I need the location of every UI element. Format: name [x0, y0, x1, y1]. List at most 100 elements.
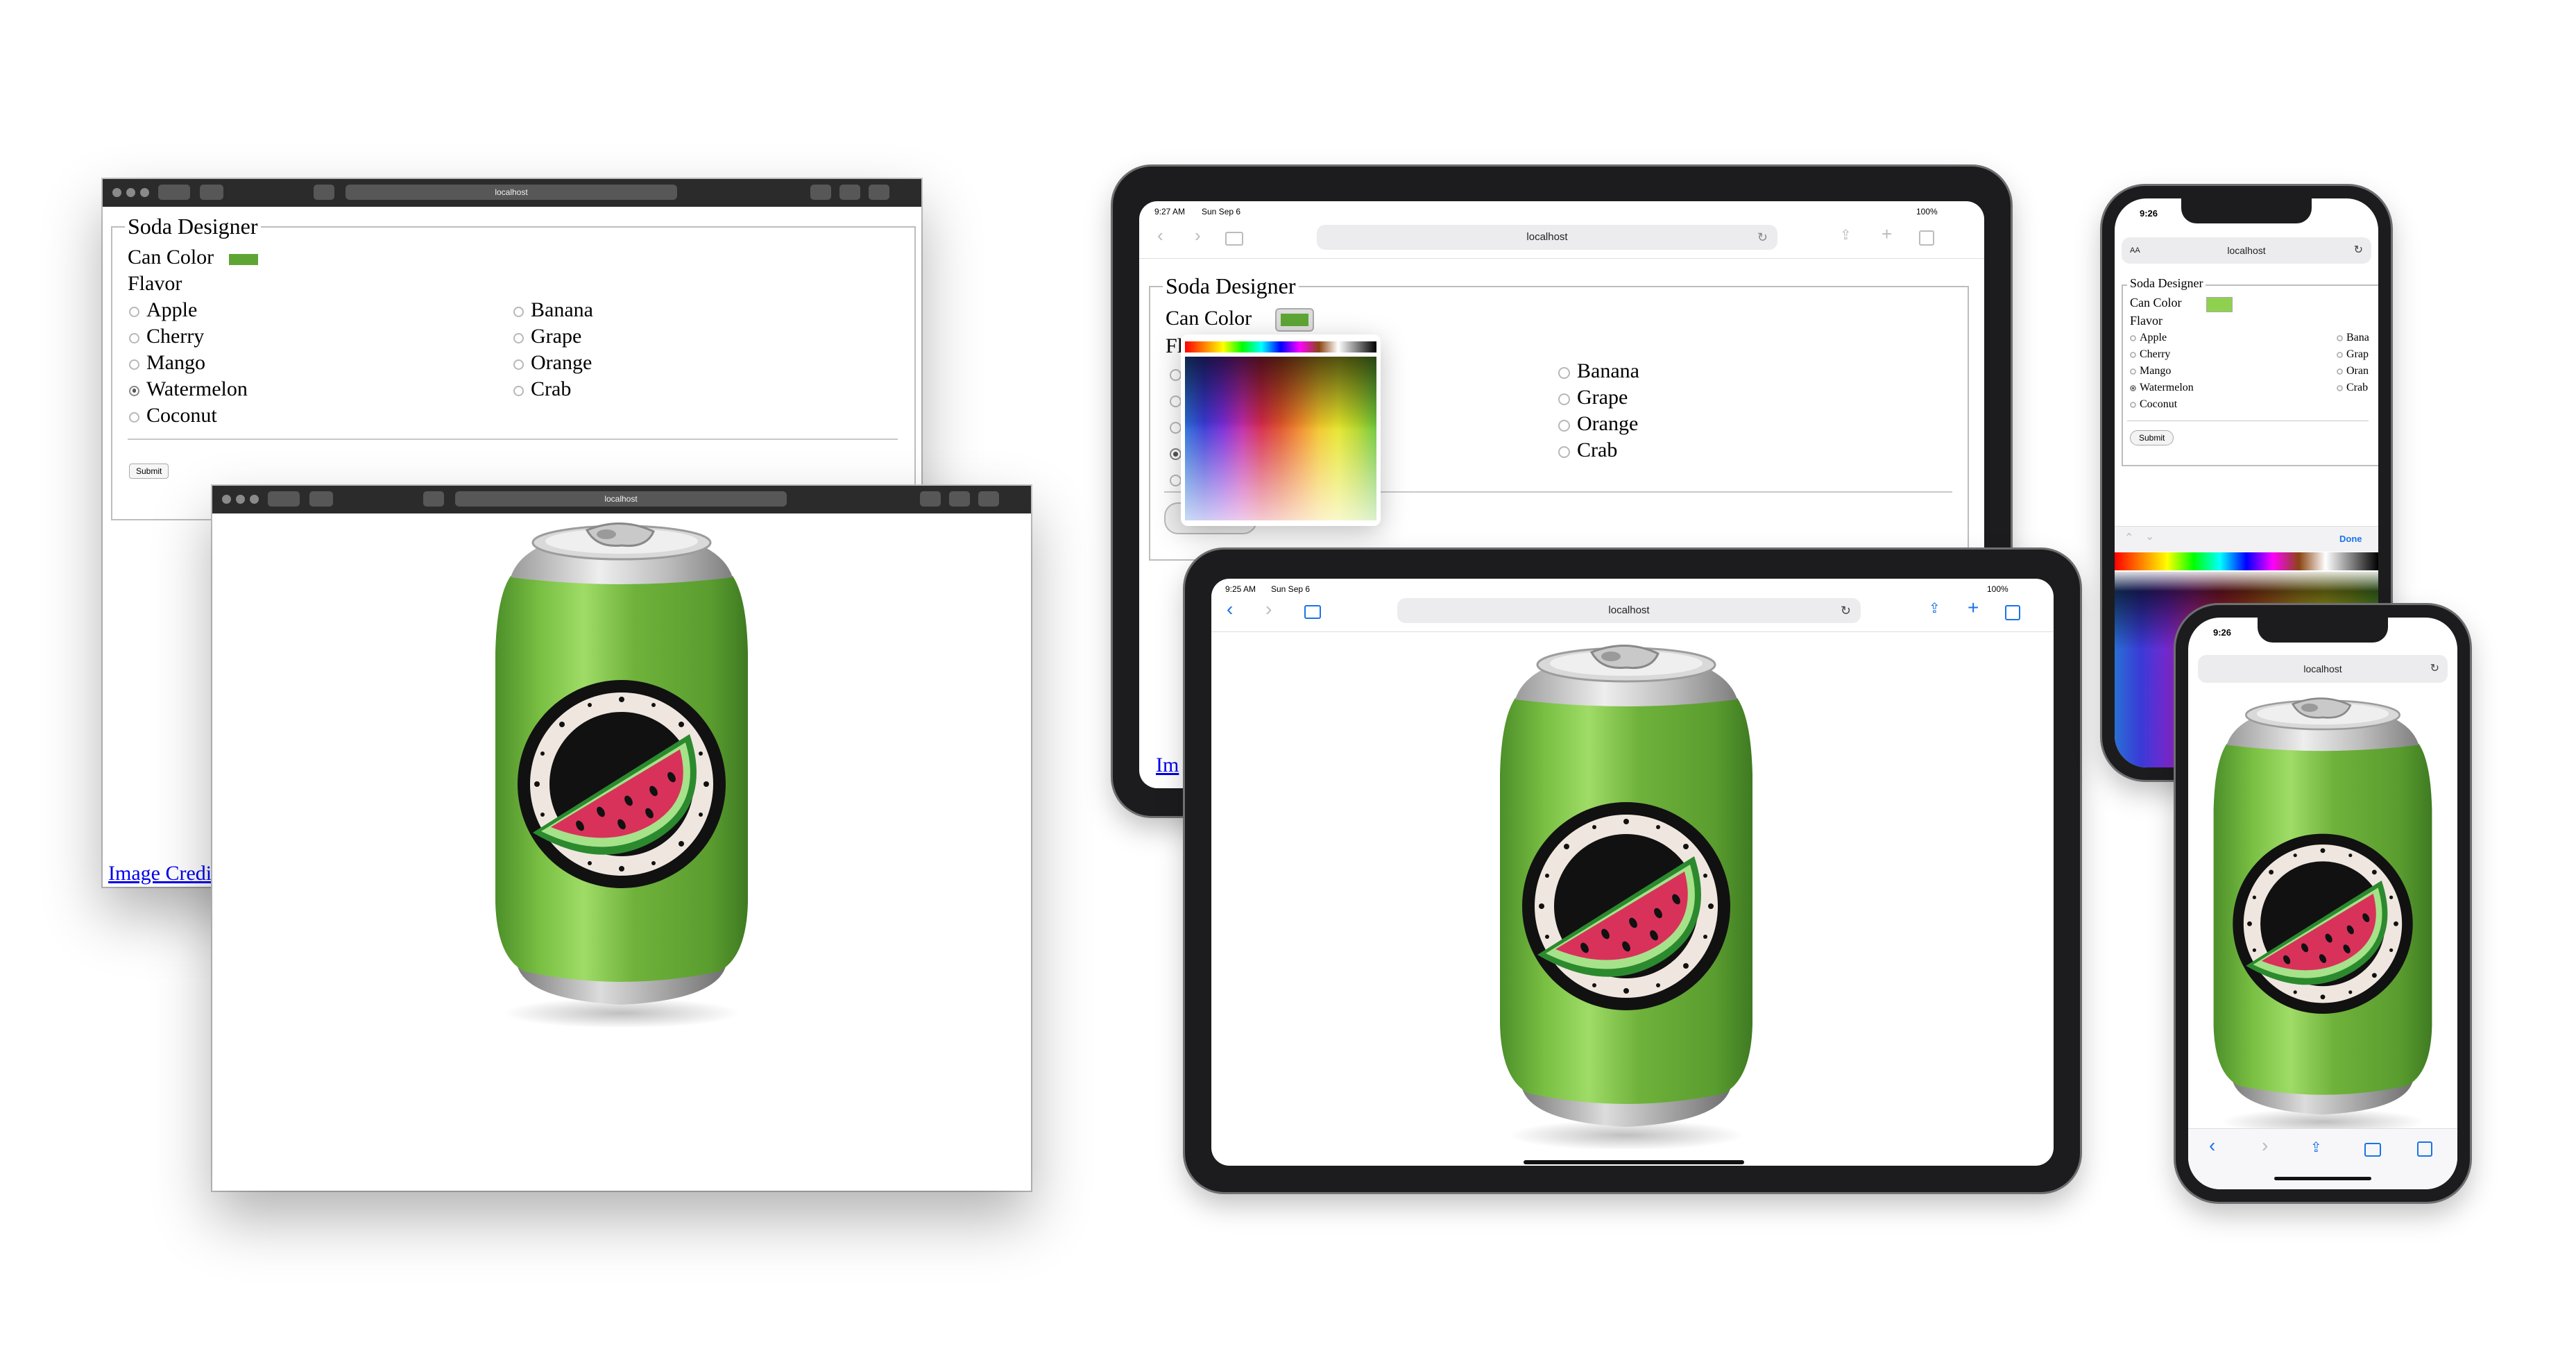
radio-grape[interactable] [1558, 393, 1570, 405]
image-credits-link[interactable]: Image Credits [108, 862, 225, 885]
address-bar[interactable]: AA localhost ↻ [2122, 237, 2371, 264]
radio-row-orange[interactable]: Oran [2337, 365, 2369, 377]
submit-button[interactable]: Submit [129, 464, 169, 479]
radio-orange[interactable] [2337, 368, 2343, 375]
address-bar[interactable]: localhost ↻ [1397, 598, 1861, 623]
radio-cherry[interactable] [2130, 351, 2136, 358]
tabs-icon[interactable] [2417, 1141, 2432, 1157]
minimize-traffic-light[interactable] [236, 495, 245, 504]
share-icon[interactable]: ⇪ [2310, 1139, 2322, 1156]
radio-crab[interactable] [2337, 384, 2343, 391]
radio-row-crab[interactable]: Crab [2337, 382, 2368, 394]
radio-row-apple[interactable]: Apple [129, 298, 197, 322]
address-bar[interactable]: localhost ↻ [2198, 655, 2448, 683]
radio-crab[interactable] [1558, 445, 1570, 458]
share-icon[interactable] [949, 491, 970, 507]
tabs-icon[interactable] [869, 185, 889, 200]
download-icon[interactable] [920, 491, 941, 507]
radio-row-crab[interactable]: Crab [1558, 439, 1617, 462]
address-bar[interactable]: localhost [455, 491, 787, 507]
share-icon[interactable] [839, 185, 860, 200]
back-chevron-icon[interactable]: ‹ [1227, 598, 1233, 620]
can-color-well[interactable] [1275, 308, 1314, 332]
radio-row-coconut[interactable]: Coconut [2130, 398, 2177, 411]
minimize-traffic-light[interactable] [126, 188, 135, 197]
radio-row-grape[interactable]: Grape [513, 325, 581, 348]
radio-banana[interactable] [513, 306, 524, 317]
radio-coconut[interactable] [2130, 401, 2136, 408]
share-icon[interactable]: ⇪ [1840, 226, 1852, 244]
radio-row-crab[interactable]: Crab [513, 377, 571, 401]
color-picker-spectrum-row[interactable] [1185, 341, 1376, 352]
radio-row-mango[interactable]: Mango [129, 351, 205, 375]
sidebar-icon[interactable] [200, 185, 223, 200]
address-bar[interactable]: localhost ↻ [1317, 225, 1777, 250]
bookmarks-icon[interactable] [2364, 1143, 2381, 1157]
home-indicator[interactable] [1524, 1160, 1744, 1164]
share-icon[interactable]: ⇪ [1929, 600, 1940, 617]
text-size-button[interactable]: AA [2130, 237, 2140, 264]
back-chevron-icon[interactable]: ‹ [2209, 1134, 2215, 1157]
back-forward-button[interactable] [268, 491, 300, 507]
reload-icon[interactable]: ↻ [2354, 237, 2363, 264]
done-button[interactable]: Done [2339, 534, 2362, 544]
radio-watermelon[interactable] [129, 385, 139, 396]
submit-button[interactable]: Submit [2130, 430, 2174, 445]
sidebar-icon[interactable] [309, 491, 333, 507]
address-bar[interactable]: localhost [346, 185, 677, 200]
color-picker-popover[interactable] [1181, 334, 1381, 526]
radio-apple[interactable] [2130, 334, 2136, 341]
radio-row-cherry[interactable]: Cherry [129, 325, 204, 348]
forward-chevron-icon[interactable]: › [2262, 1134, 2268, 1157]
radio-row-watermelon[interactable]: Watermelon [129, 377, 248, 401]
tabs-icon[interactable] [1919, 230, 1934, 246]
privacy-icon[interactable] [314, 185, 334, 200]
radio-watermelon[interactable] [2130, 384, 2136, 391]
image-credits-link-partial[interactable]: Im [1156, 754, 1179, 777]
reload-icon[interactable]: ↻ [1841, 598, 1851, 623]
privacy-icon[interactable] [423, 491, 444, 507]
radio-apple[interactable] [129, 306, 139, 317]
radio-row-watermelon[interactable]: Watermelon [2130, 382, 2194, 394]
radio-apple[interactable] [1170, 369, 1182, 381]
radio-grape[interactable] [513, 332, 524, 343]
radio-mango[interactable] [129, 359, 139, 370]
radio-row-banana[interactable]: Banana [513, 298, 593, 322]
forward-chevron-icon[interactable]: › [1265, 598, 1272, 620]
radio-mango[interactable] [1170, 422, 1182, 434]
radio-row-cherry[interactable]: Cherry [2130, 348, 2170, 361]
can-color-well[interactable] [229, 254, 258, 265]
radio-banana[interactable] [1558, 366, 1570, 379]
can-color-well[interactable] [2206, 297, 2233, 312]
radio-grape[interactable] [2337, 351, 2343, 358]
radio-row-orange[interactable]: Orange [513, 351, 592, 375]
zoom-traffic-light[interactable] [140, 188, 149, 197]
chevron-down-icon[interactable]: ⌄ [2145, 529, 2154, 543]
radio-row-apple[interactable]: Apple [2130, 332, 2167, 344]
home-indicator[interactable] [2274, 1177, 2371, 1180]
tabs-icon[interactable] [2005, 605, 2020, 620]
radio-row-banana[interactable]: Bana [2337, 332, 2369, 344]
zoom-traffic-light[interactable] [250, 495, 259, 504]
plus-icon[interactable]: + [1882, 223, 1892, 245]
tabs-icon[interactable] [978, 491, 999, 507]
chevron-up-icon[interactable]: ⌃ [2124, 531, 2133, 545]
color-picker-grid[interactable] [1185, 357, 1376, 520]
radio-row-mango[interactable]: Mango [2130, 365, 2171, 377]
back-chevron-icon[interactable]: ‹ [1157, 225, 1163, 246]
radio-row-coconut[interactable]: Coconut [129, 404, 217, 427]
close-traffic-light[interactable] [222, 495, 231, 504]
reload-icon[interactable]: ↻ [1757, 225, 1768, 250]
color-picker-spectrum-row[interactable] [2115, 552, 2378, 570]
plus-icon[interactable]: + [1968, 597, 1979, 619]
radio-row-grape[interactable]: Grape [1558, 386, 1628, 409]
forward-chevron-icon[interactable]: › [1195, 225, 1201, 246]
radio-banana[interactable] [2337, 334, 2343, 341]
radio-cherry[interactable] [129, 332, 139, 343]
radio-watermelon[interactable] [1170, 448, 1182, 460]
reload-icon[interactable]: ↻ [2430, 655, 2439, 683]
close-traffic-light[interactable] [112, 188, 121, 197]
radio-orange[interactable] [513, 359, 524, 370]
radio-orange[interactable] [1558, 419, 1570, 432]
back-forward-button[interactable] [158, 185, 190, 200]
